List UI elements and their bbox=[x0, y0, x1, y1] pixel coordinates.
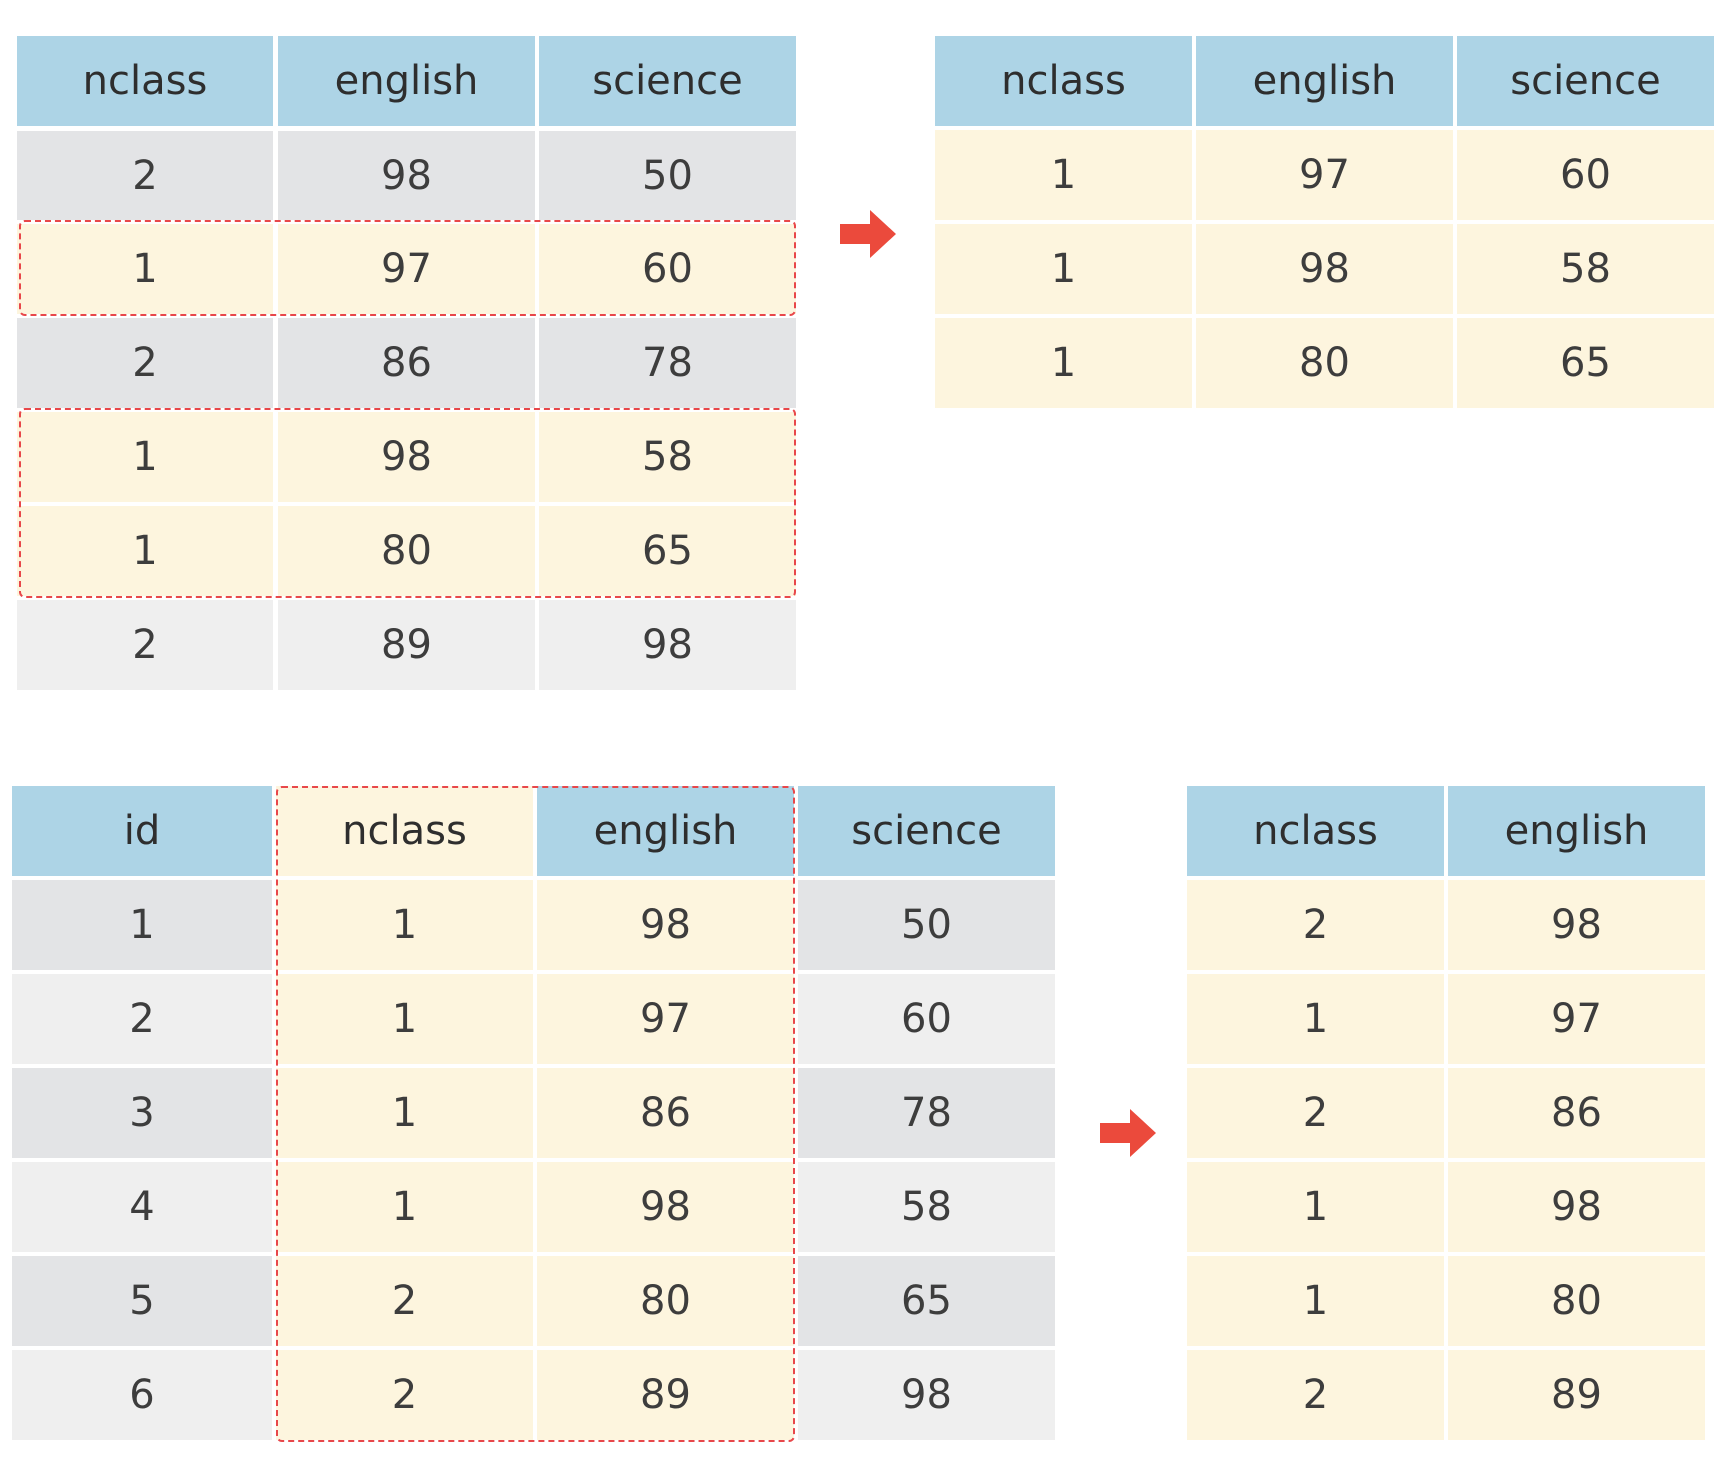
table2-header-nclass: nclass bbox=[935, 36, 1192, 126]
table1-cell: 97 bbox=[278, 224, 535, 314]
table4-cell: 2 bbox=[1187, 880, 1444, 970]
right-arrow-icon bbox=[1100, 1109, 1156, 1157]
table1-header-nclass: nclass bbox=[17, 36, 273, 126]
table1-cell: 2 bbox=[17, 131, 273, 220]
table2-cell: 80 bbox=[1196, 318, 1453, 408]
table1-cell: 78 bbox=[539, 318, 796, 408]
table1-cell: 50 bbox=[539, 131, 796, 220]
table3-cell: 60 bbox=[798, 974, 1055, 1064]
table1-cell: 89 bbox=[278, 600, 535, 690]
table3-header-id: id bbox=[12, 786, 272, 876]
table1-header-english: english bbox=[278, 36, 535, 126]
table2-header-science: science bbox=[1457, 36, 1714, 126]
table4-cell: 1 bbox=[1187, 974, 1444, 1064]
table4-header-nclass: nclass bbox=[1187, 786, 1444, 876]
table3-cell: 6 bbox=[12, 1350, 272, 1440]
table1-header-science: science bbox=[539, 36, 796, 126]
table3-cell: 2 bbox=[276, 1256, 533, 1346]
table3-cell: 86 bbox=[537, 1068, 794, 1158]
table4-cell: 97 bbox=[1448, 974, 1705, 1064]
table1-cell: 60 bbox=[539, 224, 796, 314]
table3-cell: 4 bbox=[12, 1162, 272, 1252]
table1-cell: 58 bbox=[539, 412, 796, 502]
table1-cell: 1 bbox=[17, 224, 273, 314]
table1-cell: 98 bbox=[278, 131, 535, 220]
table3-header-english: english bbox=[537, 786, 794, 876]
table4-cell: 80 bbox=[1448, 1256, 1705, 1346]
table3-cell: 1 bbox=[276, 1162, 533, 1252]
table1-cell: 2 bbox=[17, 318, 273, 408]
table4-cell: 98 bbox=[1448, 1162, 1705, 1252]
table2-cell: 65 bbox=[1457, 318, 1714, 408]
table2-cell: 1 bbox=[935, 224, 1192, 314]
table2-cell: 98 bbox=[1196, 224, 1453, 314]
table4-cell: 86 bbox=[1448, 1068, 1705, 1158]
table3-cell: 2 bbox=[276, 1350, 533, 1440]
table4-cell: 89 bbox=[1448, 1350, 1705, 1440]
table3-cell: 2 bbox=[12, 974, 272, 1064]
table1-cell: 98 bbox=[539, 600, 796, 690]
table2-cell: 60 bbox=[1457, 130, 1714, 220]
table1-cell: 86 bbox=[278, 318, 535, 408]
table4-cell: 2 bbox=[1187, 1350, 1444, 1440]
table3-cell: 78 bbox=[798, 1068, 1055, 1158]
table2-cell: 58 bbox=[1457, 224, 1714, 314]
table1-cell: 1 bbox=[17, 412, 273, 502]
table4-cell: 1 bbox=[1187, 1256, 1444, 1346]
table3-header-nclass: nclass bbox=[276, 786, 533, 876]
table3-cell: 80 bbox=[537, 1256, 794, 1346]
table3-cell: 89 bbox=[537, 1350, 794, 1440]
table2-cell: 97 bbox=[1196, 130, 1453, 220]
table3-cell: 98 bbox=[537, 880, 794, 970]
table3-cell: 58 bbox=[798, 1162, 1055, 1252]
table4-cell: 1 bbox=[1187, 1162, 1444, 1252]
table3-cell: 50 bbox=[798, 880, 1055, 970]
table3-cell: 5 bbox=[12, 1256, 272, 1346]
table2-cell: 1 bbox=[935, 318, 1192, 408]
table4-header-english: english bbox=[1448, 786, 1705, 876]
table3-cell: 1 bbox=[12, 880, 272, 970]
table4-cell: 98 bbox=[1448, 880, 1705, 970]
table3-cell: 65 bbox=[798, 1256, 1055, 1346]
table3-cell: 98 bbox=[798, 1350, 1055, 1440]
table4-cell: 2 bbox=[1187, 1068, 1444, 1158]
table3-cell: 98 bbox=[537, 1162, 794, 1252]
table1-cell: 80 bbox=[278, 506, 535, 596]
table3-cell: 3 bbox=[12, 1068, 272, 1158]
table3-cell: 1 bbox=[276, 880, 533, 970]
table2-header-english: english bbox=[1196, 36, 1453, 126]
table2-cell: 1 bbox=[935, 130, 1192, 220]
table3-cell: 1 bbox=[276, 1068, 533, 1158]
right-arrow-icon bbox=[840, 210, 896, 258]
table1-cell: 2 bbox=[17, 600, 273, 690]
table1-cell: 98 bbox=[278, 412, 535, 502]
table3-cell: 1 bbox=[276, 974, 533, 1064]
table1-cell: 1 bbox=[17, 506, 273, 596]
table3-cell: 97 bbox=[537, 974, 794, 1064]
table1-cell: 65 bbox=[539, 506, 796, 596]
table3-header-science: science bbox=[798, 786, 1055, 876]
